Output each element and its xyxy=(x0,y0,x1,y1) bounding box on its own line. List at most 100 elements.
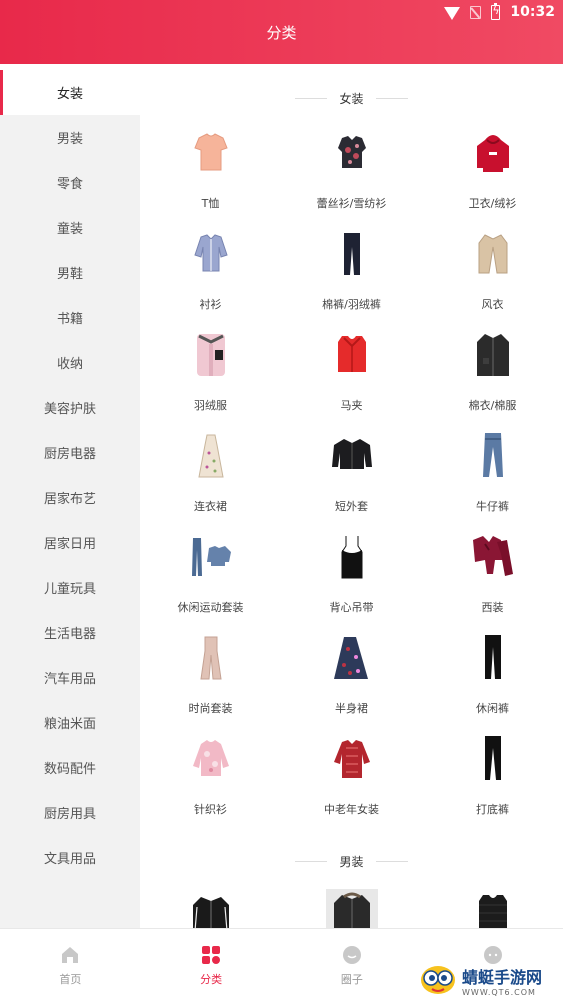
category-item[interactable]: 棉衣/棉服 xyxy=(422,328,563,429)
page-title: 分类 xyxy=(266,24,297,42)
category-item[interactable]: 棉裤/羽绒裤 xyxy=(281,227,422,328)
sport-set-icon xyxy=(185,530,237,584)
nav-item[interactable]: 首页 xyxy=(0,929,141,1000)
category-item-label: 打底裤 xyxy=(476,803,509,816)
home-icon xyxy=(60,945,80,965)
sidebar-item[interactable]: 童装 xyxy=(0,205,140,250)
sidebar-item[interactable]: 文具用品 xyxy=(0,835,140,880)
dragonfly-logo-icon xyxy=(421,966,455,994)
category-item[interactable]: 卫衣/绒衫 xyxy=(422,126,563,227)
category-item-label: 牛仔裤 xyxy=(476,500,509,513)
shirt-icon xyxy=(185,227,237,281)
category-item[interactable]: 西装 xyxy=(422,530,563,631)
nav-item[interactable]: 圈子 xyxy=(282,929,423,1000)
category-item-label: 马夹 xyxy=(340,399,363,412)
category-item[interactable]: 牛仔裤 xyxy=(422,429,563,530)
hoodie-icon xyxy=(467,126,519,180)
sidebar-item[interactable]: 居家布艺 xyxy=(0,475,140,520)
sidebar-item[interactable]: 美容护肤 xyxy=(0,385,140,430)
section-header: 男装 xyxy=(140,833,563,889)
casual-pants-icon xyxy=(467,631,519,685)
watermark-url: WWW.QT6.COM xyxy=(462,987,536,997)
sidebar-item[interactable]: 粮油米面 xyxy=(0,700,140,745)
sidebar-item[interactable]: 厨房电器 xyxy=(0,430,140,475)
sidebar-item[interactable]: 儿童玩具 xyxy=(0,565,140,610)
mens-parka-icon xyxy=(325,889,378,928)
category-item-label: 羽绒服 xyxy=(194,399,227,412)
category-item-label: 休闲裤 xyxy=(476,702,509,715)
watermark-title: 蜻蜓手游网 xyxy=(462,967,543,987)
category-item[interactable]: 羽绒服 xyxy=(140,328,281,429)
nav-item-label: 圈子 xyxy=(340,973,363,986)
skirt-icon xyxy=(326,631,378,685)
category-grid xyxy=(140,889,563,928)
category-item-label: 短外套 xyxy=(335,500,368,513)
category-item-label: T恤 xyxy=(201,197,220,210)
status-time: 10:32 xyxy=(510,4,555,20)
category-item-label: 棉衣/棉服 xyxy=(468,399,517,412)
category-item[interactable]: 半身裙 xyxy=(281,631,422,732)
category-item-label: 卫衣/绒衫 xyxy=(468,197,517,210)
category-item[interactable]: 短外套 xyxy=(281,429,422,530)
category-item-label: 中老年女装 xyxy=(324,803,379,816)
sidebar-item[interactable]: 生活电器 xyxy=(0,610,140,655)
category-item[interactable]: 蕾丝衫/雪纺衫 xyxy=(281,126,422,227)
nav-item-label: 分类 xyxy=(200,973,223,986)
divider-line xyxy=(295,97,328,99)
down-jacket-icon xyxy=(185,328,237,382)
category-item-label: 衬衫 xyxy=(199,298,222,311)
category-item[interactable]: 中老年女装 xyxy=(281,732,422,833)
category-grid: T恤 蕾丝衫/雪纺衫 卫衣/绒衫衬衫 棉裤/羽绒裤 风衣羽绒服 马夹 棉衣/棉服连衣裙 短外套… xyxy=(140,126,563,833)
category-item[interactable] xyxy=(281,889,422,928)
category-item[interactable]: 休闲裤 xyxy=(422,631,563,732)
wifi-icon xyxy=(444,6,461,20)
camisole-icon xyxy=(326,530,378,584)
category-item-label: 针织衫 xyxy=(194,803,227,816)
category-item[interactable]: 风衣 xyxy=(422,227,563,328)
category-item[interactable]: 马夹 xyxy=(281,328,422,429)
category-item-label: 背心吊带 xyxy=(329,601,374,614)
mens-jacket-icon xyxy=(185,889,237,928)
category-item-label: 半身裙 xyxy=(335,702,368,715)
knit-sweater-icon xyxy=(185,732,237,786)
sidebar-item[interactable]: 男鞋 xyxy=(0,250,140,295)
category-item[interactable]: 休闲运动套装 xyxy=(140,530,281,631)
sidebar-item[interactable]: 零食 xyxy=(0,160,140,205)
sidebar-item[interactable]: 女装 xyxy=(0,70,140,115)
sidebar-item[interactable]: 男装 xyxy=(0,115,140,160)
tshirt-icon xyxy=(185,126,237,180)
divider-line xyxy=(375,860,408,862)
category-item[interactable]: 衬衫 xyxy=(140,227,281,328)
sidebar-item[interactable]: 居家日用 xyxy=(0,520,140,565)
category-item[interactable]: 时尚套装 xyxy=(140,631,281,732)
cotton-coat-icon xyxy=(467,328,519,382)
category-item-label: 风衣 xyxy=(481,298,504,311)
category-item[interactable]: 针织衫 xyxy=(140,732,281,833)
battery-charging-icon xyxy=(491,2,501,20)
category-item[interactable]: 打底裤 xyxy=(422,732,563,833)
watermark: 蜻蜓手游网 WWW.QT6.COM xyxy=(418,960,563,1000)
category-item-label: 蕾丝衫/雪纺衫 xyxy=(316,197,387,210)
sidebar-item[interactable]: 数码配件 xyxy=(0,745,140,790)
divider-line xyxy=(295,860,328,862)
category-item[interactable]: 连衣裙 xyxy=(140,429,281,530)
sidebar-item[interactable]: 汽车用品 xyxy=(0,655,140,700)
sidebar-item[interactable]: 书籍 xyxy=(0,295,140,340)
sidebar-item[interactable]: 厨房用具 xyxy=(0,790,140,835)
app-header: 10:32 分类 xyxy=(0,0,563,64)
status-bar: 10:32 xyxy=(0,0,563,24)
category-content: 女装 T恤 蕾丝衫/雪纺衫 卫衣/绒衫衬衫 棉裤/羽绒裤 风衣羽绒服 马夹 棉衣/棉服连衣裙 短… xyxy=(140,70,563,928)
category-item[interactable]: T恤 xyxy=(140,126,281,227)
category-item[interactable] xyxy=(422,889,563,928)
jeans-icon xyxy=(467,429,519,483)
category-item[interactable] xyxy=(140,889,281,928)
category-item[interactable]: 背心吊带 xyxy=(281,530,422,631)
nav-item[interactable]: 分类 xyxy=(141,929,282,1000)
sidebar-item[interactable]: 收纳 xyxy=(0,340,140,385)
short-jacket-icon xyxy=(326,429,378,483)
category-sidebar: 女装 男装 零食 童装 男鞋 书籍 收纳 美容护肤 厨房电器 居家布艺 居家日用 儿童玩具 生活电器 汽车… xyxy=(0,70,140,928)
trench-coat-icon xyxy=(467,227,519,281)
leggings-icon xyxy=(467,732,519,786)
section-header: 女装 xyxy=(140,70,563,126)
section-title: 女装 xyxy=(339,91,364,106)
